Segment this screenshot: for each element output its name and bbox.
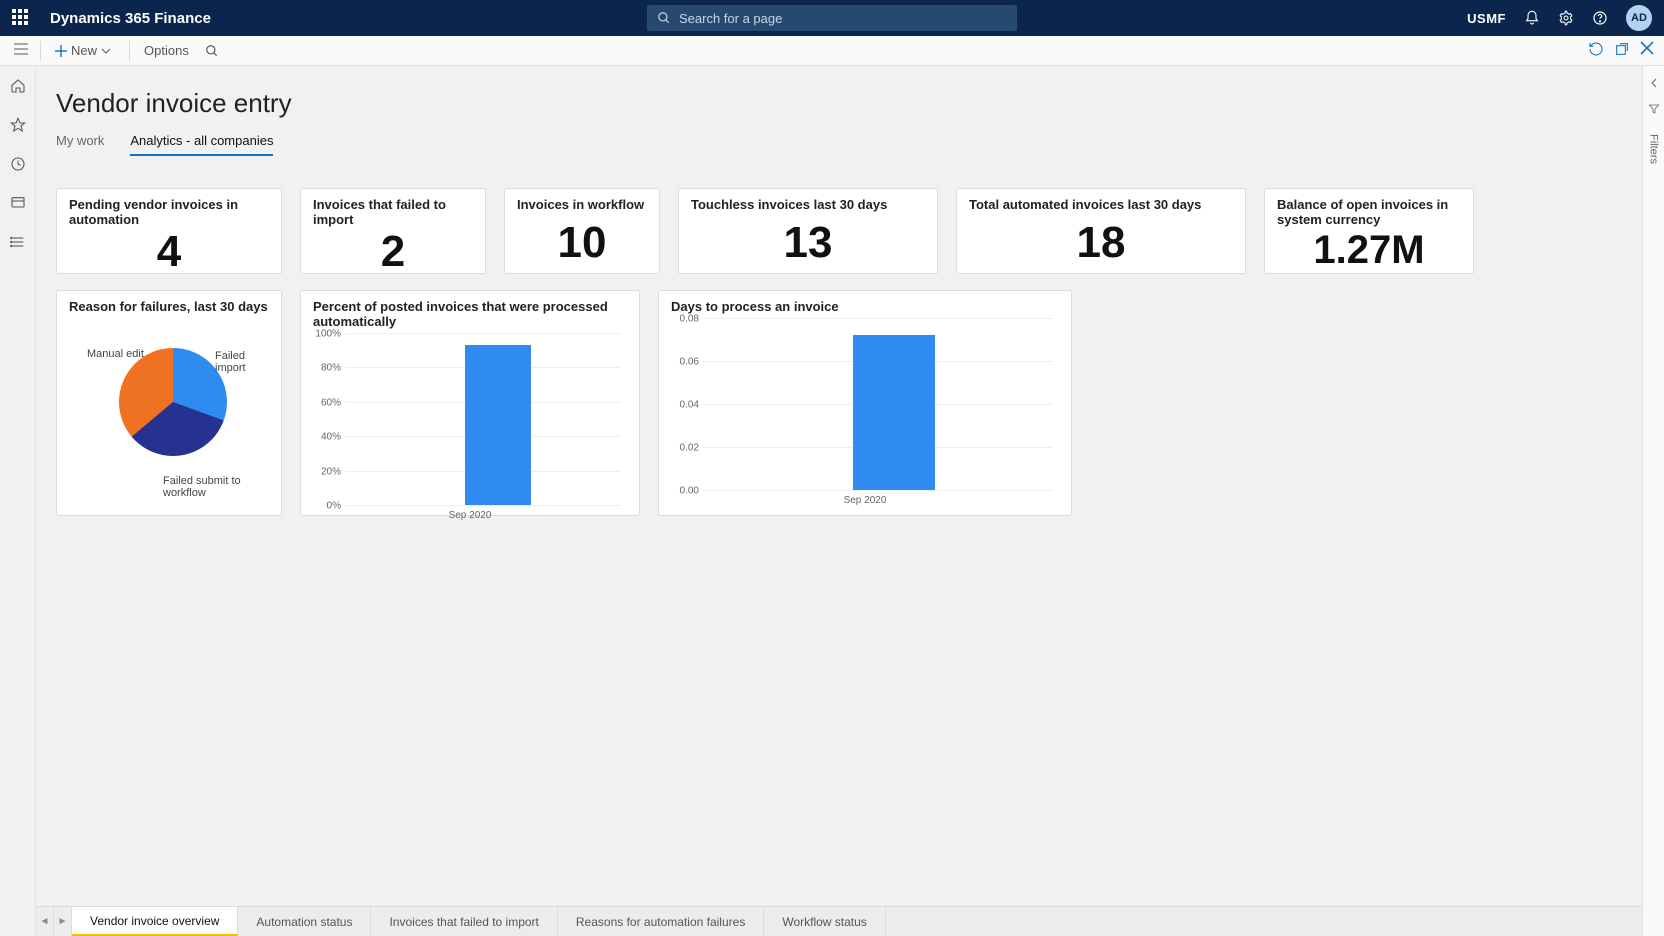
tabs-scroll-right[interactable]: ► xyxy=(54,907,72,936)
bar xyxy=(853,335,935,490)
chart-title: Percent of posted invoices that were pro… xyxy=(313,299,627,329)
kpi-row: Pending vendor invoices in automation 4 … xyxy=(56,188,1644,274)
hamburger-icon[interactable] xyxy=(6,43,36,58)
pie-label: Manual edit xyxy=(87,348,144,360)
recent-icon[interactable] xyxy=(10,156,26,175)
new-label: New xyxy=(71,43,97,58)
kpi-value: 18 xyxy=(969,212,1233,273)
report-tabs: ◄ ► Vendor invoice overview Automation s… xyxy=(36,906,1642,936)
options-label: Options xyxy=(144,43,189,58)
kpi-title: Balance of open invoices in system curre… xyxy=(1277,197,1461,227)
modules-icon[interactable] xyxy=(10,234,26,253)
page-tabs: My work Analytics - all companies xyxy=(56,133,1644,156)
kpi-value: 13 xyxy=(691,212,925,273)
kpi-title: Total automated invoices last 30 days xyxy=(969,197,1233,212)
filter-icon[interactable] xyxy=(1648,103,1660,118)
options-button[interactable]: Options xyxy=(134,36,199,65)
tab-vendor-invoice-overview[interactable]: Vendor invoice overview xyxy=(72,907,238,936)
side-nav xyxy=(0,66,36,936)
kpi-value: 4 xyxy=(69,227,269,277)
kpi-total-auto[interactable]: Total automated invoices last 30 days 18 xyxy=(956,188,1246,274)
top-nav: Dynamics 365 Finance Search for a page U… xyxy=(0,0,1664,36)
chevron-left-icon[interactable] xyxy=(1649,76,1659,91)
kpi-failed-import[interactable]: Invoices that failed to import 2 xyxy=(300,188,486,274)
company-label[interactable]: USMF xyxy=(1467,11,1506,26)
home-icon[interactable] xyxy=(10,78,26,97)
pie-label: Failed submit to workflow xyxy=(163,475,269,499)
tabs-scroll-left[interactable]: ◄ xyxy=(36,907,54,936)
kpi-workflow[interactable]: Invoices in workflow 10 xyxy=(504,188,660,274)
chart-reason-failures[interactable]: Reason for failures, last 30 days Manual… xyxy=(56,290,282,516)
chart-days-process[interactable]: Days to process an invoice 0.08 0.06 0.0… xyxy=(658,290,1072,516)
tab-automation-status[interactable]: Automation status xyxy=(238,907,371,936)
plus-icon xyxy=(55,45,67,57)
kpi-title: Touchless invoices last 30 days xyxy=(691,189,925,212)
close-icon[interactable] xyxy=(1640,41,1654,60)
charts-row: Reason for failures, last 30 days Manual… xyxy=(56,290,1644,516)
kpi-title: Invoices in workflow xyxy=(517,197,647,212)
chart-title: Days to process an invoice xyxy=(671,299,1059,314)
command-bar: New Options xyxy=(0,36,1664,66)
tab-analytics[interactable]: Analytics - all companies xyxy=(130,133,273,156)
help-icon[interactable] xyxy=(1592,10,1608,26)
app-title: Dynamics 365 Finance xyxy=(50,10,211,27)
search-command-icon[interactable] xyxy=(199,36,229,65)
kpi-value: 1.27M xyxy=(1277,227,1461,273)
kpi-pending[interactable]: Pending vendor invoices in automation 4 xyxy=(56,188,282,274)
new-button[interactable]: New xyxy=(45,36,125,65)
popout-icon[interactable] xyxy=(1614,41,1630,60)
chart-title: Reason for failures, last 30 days xyxy=(69,299,269,314)
tab-reasons-failures[interactable]: Reasons for automation failures xyxy=(558,907,764,936)
bar xyxy=(465,345,531,505)
notifications-icon[interactable] xyxy=(1524,10,1540,26)
chevron-down-icon xyxy=(101,46,111,56)
avatar[interactable]: AD xyxy=(1626,5,1652,31)
pie-chart xyxy=(119,348,227,456)
search-icon xyxy=(657,11,671,25)
gear-icon[interactable] xyxy=(1558,10,1574,26)
kpi-value: 10 xyxy=(517,212,647,273)
kpi-title: Invoices that failed to import xyxy=(313,197,473,227)
pie-label: Failed import xyxy=(215,350,269,374)
main-content: Vendor invoice entry My work Analytics -… xyxy=(36,66,1664,936)
tab-failed-import[interactable]: Invoices that failed to import xyxy=(371,907,557,936)
search-input[interactable]: Search for a page xyxy=(647,5,1017,31)
workspace-icon[interactable] xyxy=(10,195,26,214)
page-title: Vendor invoice entry xyxy=(56,88,1644,119)
kpi-touchless[interactable]: Touchless invoices last 30 days 13 xyxy=(678,188,938,274)
x-axis-label: Sep 2020 xyxy=(313,510,627,521)
filters-label: Filters xyxy=(1648,134,1660,164)
kpi-balance[interactable]: Balance of open invoices in system curre… xyxy=(1264,188,1474,274)
chart-percent-posted[interactable]: Percent of posted invoices that were pro… xyxy=(300,290,640,516)
kpi-value: 2 xyxy=(313,227,473,277)
filters-rail[interactable]: Filters xyxy=(1642,66,1664,936)
search-placeholder: Search for a page xyxy=(679,11,782,26)
refresh-icon[interactable] xyxy=(1588,41,1604,60)
favorites-icon[interactable] xyxy=(10,117,26,136)
app-launcher-icon[interactable] xyxy=(12,9,30,27)
tab-workflow-status[interactable]: Workflow status xyxy=(764,907,885,936)
x-axis-label: Sep 2020 xyxy=(671,495,1059,506)
tab-my-work[interactable]: My work xyxy=(56,133,104,156)
kpi-title: Pending vendor invoices in automation xyxy=(69,197,269,227)
